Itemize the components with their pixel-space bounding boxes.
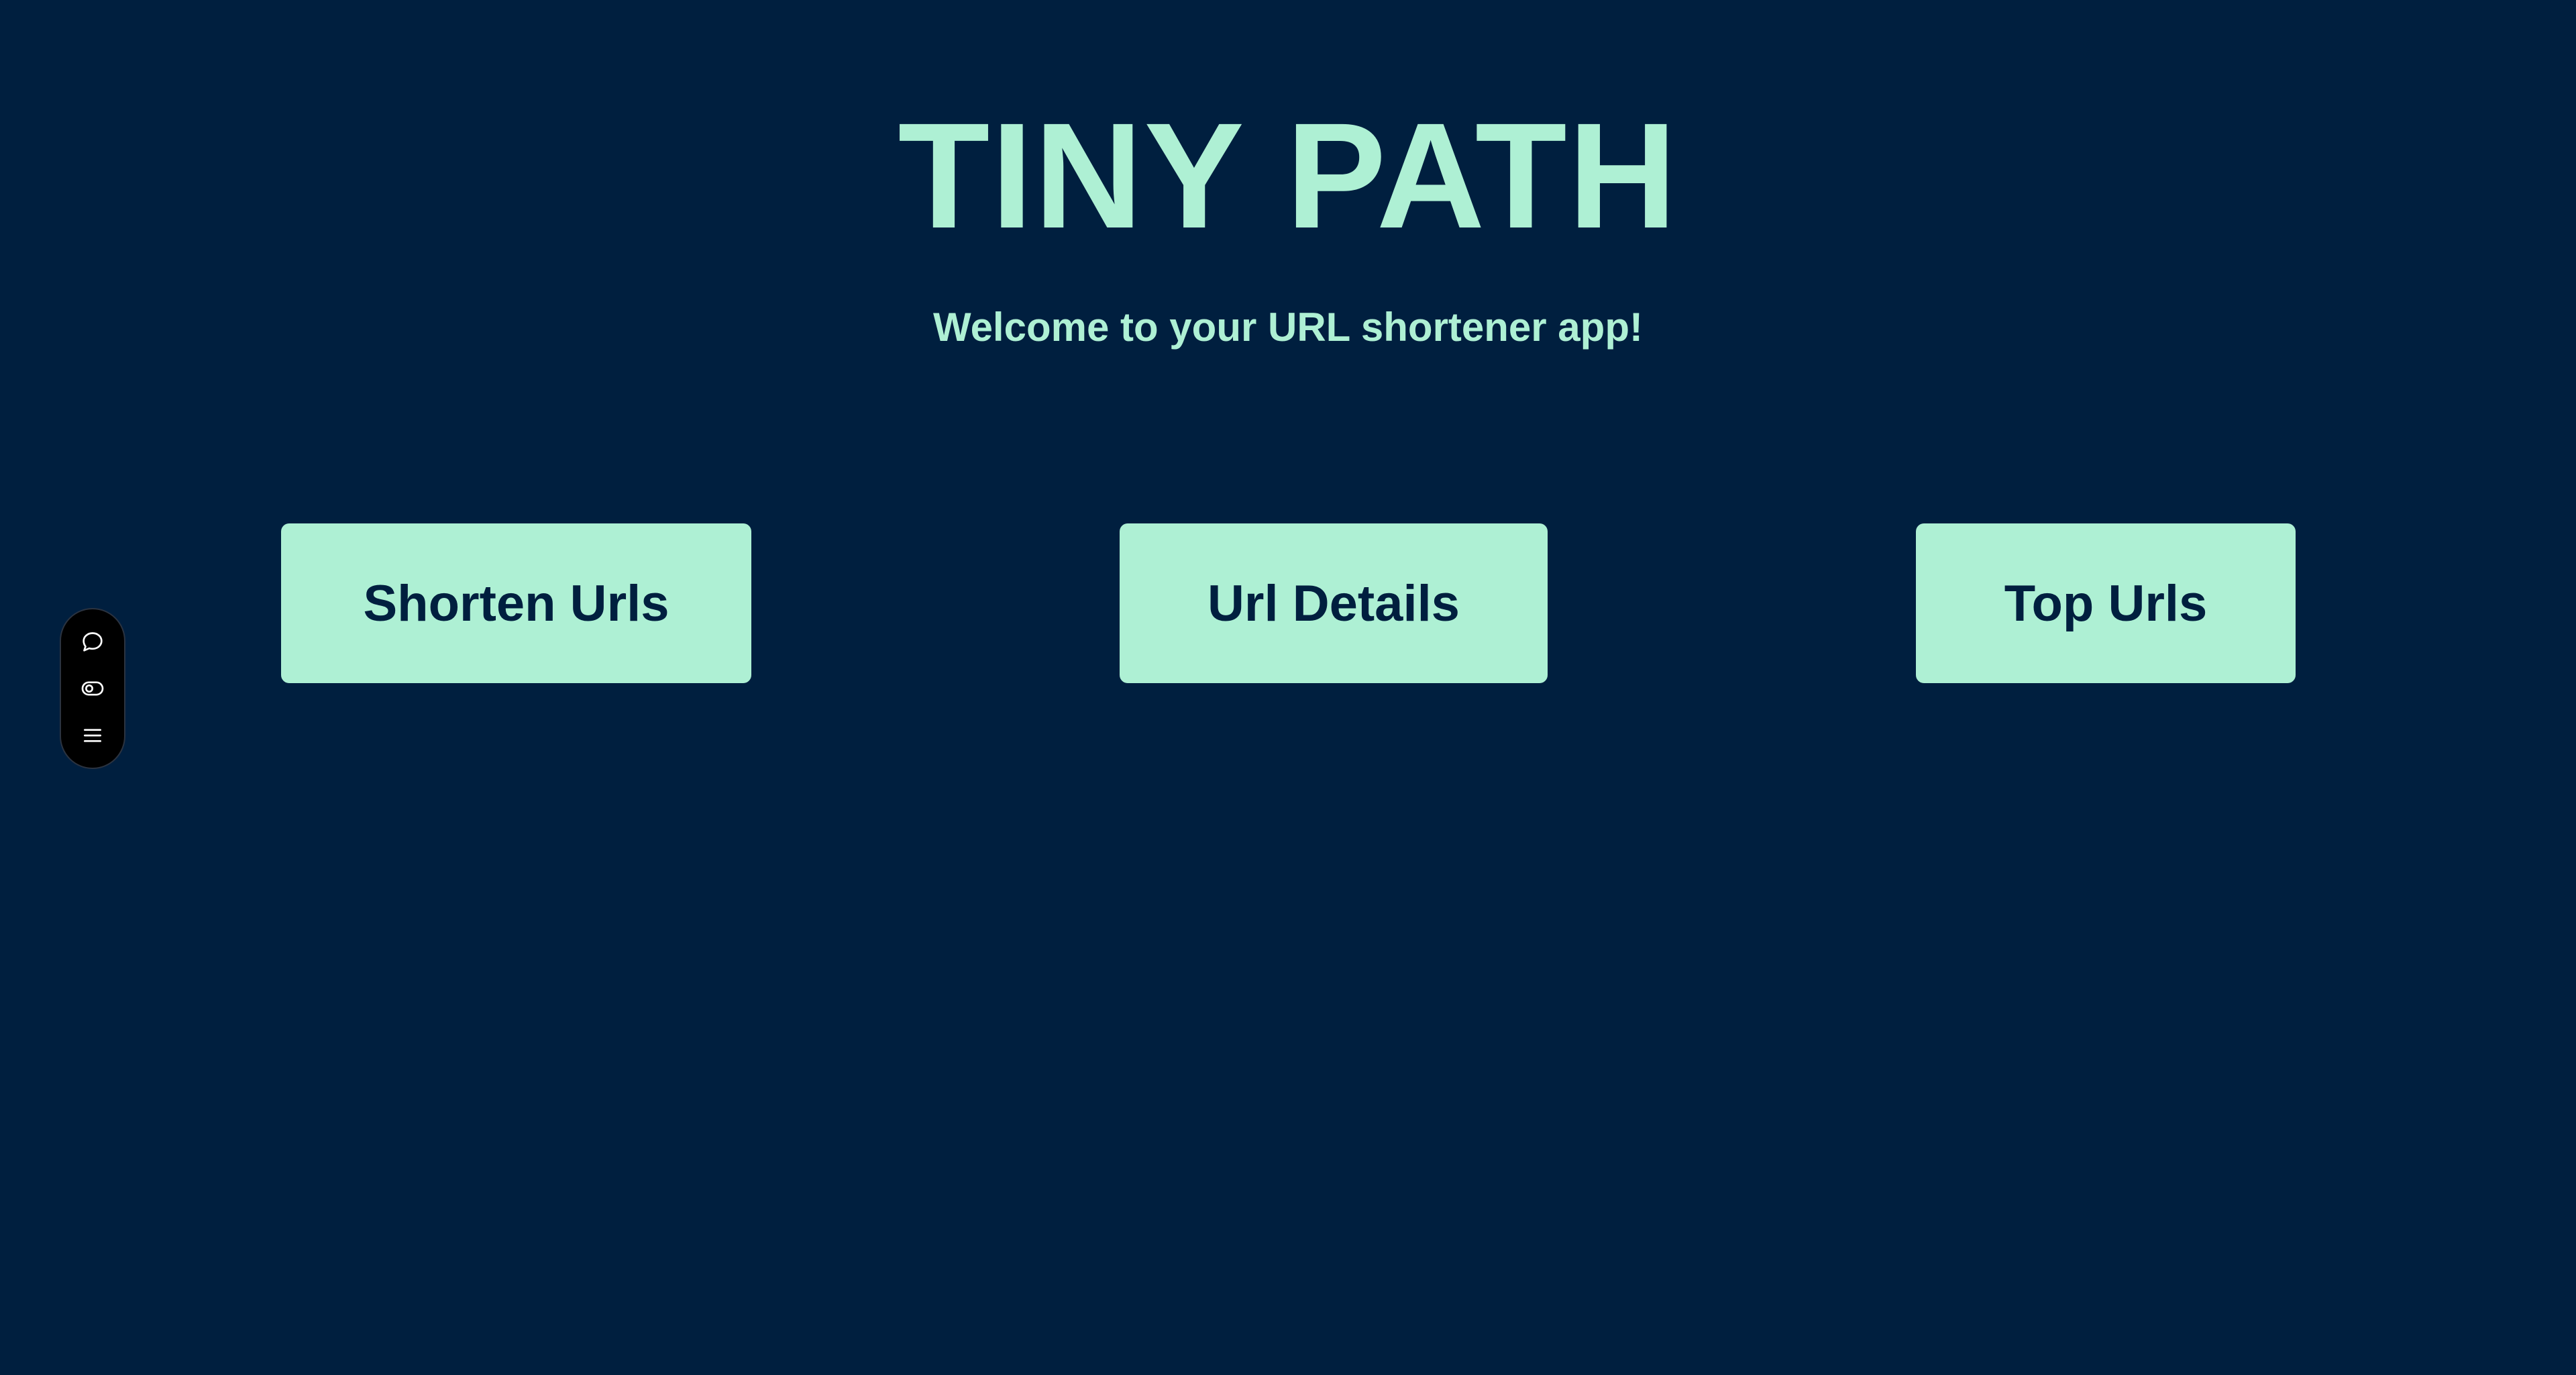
top-urls-button[interactable]: Top Urls [1916, 523, 2296, 683]
page-title: TINY PATH [898, 92, 1678, 260]
toggle-icon[interactable] [76, 672, 109, 705]
floating-toolbar [60, 608, 125, 769]
chat-bubble-icon[interactable] [76, 625, 109, 658]
page-subtitle: Welcome to your URL shortener app! [933, 305, 1643, 350]
page: TINY PATH Welcome to your URL shortener … [0, 0, 2576, 1375]
menu-icon[interactable] [76, 719, 109, 752]
shorten-urls-button[interactable]: Shorten Urls [281, 523, 751, 683]
url-details-button[interactable]: Url Details [1120, 523, 1548, 683]
